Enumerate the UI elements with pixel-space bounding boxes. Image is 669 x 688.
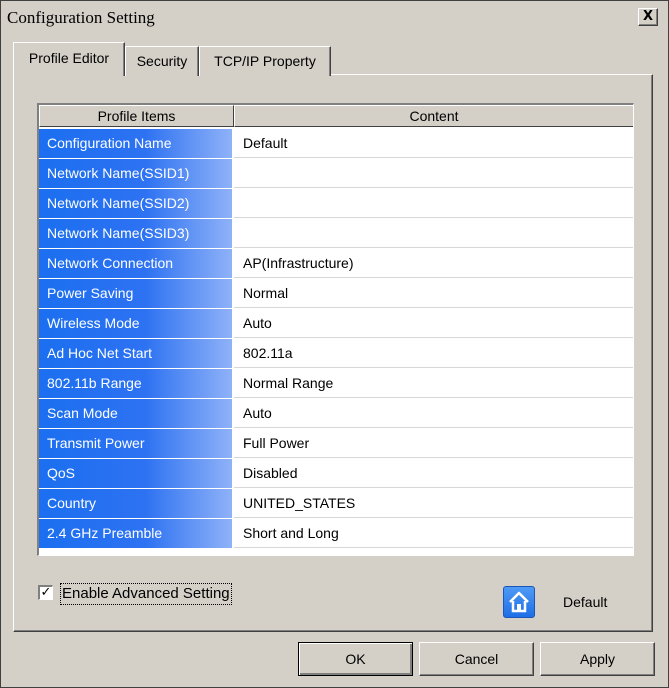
header-profile-items[interactable]: Profile Items [39,105,234,127]
profile-item-label: Scan Mode [39,399,232,428]
tab-security[interactable]: Security [125,46,199,76]
profile-item-label: Network Name(SSID3) [39,219,232,248]
grid-header: Profile Items Content [39,105,633,127]
close-button[interactable]: X [638,8,658,26]
profile-item-label: Transmit Power [39,429,232,458]
profile-item-label: Power Saving [39,279,232,308]
header-content[interactable]: Content [234,105,633,127]
profile-item-label: Country [39,489,232,518]
home-icon[interactable] [503,586,535,618]
enable-advanced-label[interactable]: Enable Advanced Setting [60,583,232,605]
profile-item-label: QoS [39,459,232,488]
profile-item-value[interactable]: Auto [234,399,633,428]
profile-item-value[interactable]: Normal Range [234,369,633,398]
table-row[interactable]: Network Name(SSID1) [39,159,633,189]
enable-advanced-checkbox[interactable]: ✓ [38,585,53,600]
window-title: Configuration Setting [7,8,155,27]
profile-grid: Profile Items Content Configuration Name… [37,103,634,556]
table-row[interactable]: Power Saving Normal [39,279,633,309]
profile-item-label: Configuration Name [39,129,232,158]
table-row[interactable]: Country UNITED_STATES [39,489,633,519]
profile-item-value[interactable]: Auto [234,309,633,338]
profile-item-value[interactable]: AP(Infrastructure) [234,249,633,278]
profile-item-label: Network Name(SSID2) [39,189,232,218]
profile-item-value[interactable]: 802.11a [234,339,633,368]
table-row[interactable]: Network Name(SSID2) [39,189,633,219]
profile-item-label: Wireless Mode [39,309,232,338]
profile-item-label: Network Connection [39,249,232,278]
ok-button[interactable]: OK [298,642,413,676]
profile-item-label: Ad Hoc Net Start [39,339,232,368]
title-bar[interactable]: Configuration Setting X [1,1,668,35]
table-row[interactable]: Ad Hoc Net Start 802.11a [39,339,633,369]
default-label: Default [563,594,608,610]
configuration-window: Configuration Setting X Profile Editor S… [0,0,669,688]
table-row[interactable]: Transmit Power Full Power [39,429,633,459]
profile-item-label: 2.4 GHz Preamble [39,519,232,548]
profile-item-value[interactable] [234,159,633,188]
table-row[interactable]: Network Connection AP(Infrastructure) [39,249,633,279]
profile-item-value[interactable]: Short and Long [234,519,633,548]
table-row[interactable]: Wireless Mode Auto [39,309,633,339]
table-row[interactable]: Scan Mode Auto [39,399,633,429]
profile-item-value[interactable] [234,189,633,218]
profile-item-label: 802.11b Range [39,369,232,398]
tab-tcpip-property[interactable]: TCP/IP Property [199,46,331,76]
apply-button[interactable]: Apply [540,642,655,676]
profile-item-value[interactable] [234,219,633,248]
table-row[interactable]: Network Name(SSID3) [39,219,633,249]
profile-item-value[interactable]: Normal [234,279,633,308]
profile-item-value[interactable]: Default [234,129,633,158]
table-row[interactable]: 2.4 GHz Preamble Short and Long [39,519,633,549]
profile-item-value[interactable]: UNITED_STATES [234,489,633,518]
cancel-button[interactable]: Cancel [419,642,534,676]
table-row[interactable]: 802.11b Range Normal Range [39,369,633,399]
profile-item-label: Network Name(SSID1) [39,159,232,188]
profile-item-value[interactable]: Full Power [234,429,633,458]
table-row[interactable]: QoS Disabled [39,459,633,489]
profile-item-value[interactable]: Disabled [234,459,633,488]
tab-profile-editor[interactable]: Profile Editor [13,42,125,76]
table-row[interactable]: Configuration Name Default [39,129,633,159]
